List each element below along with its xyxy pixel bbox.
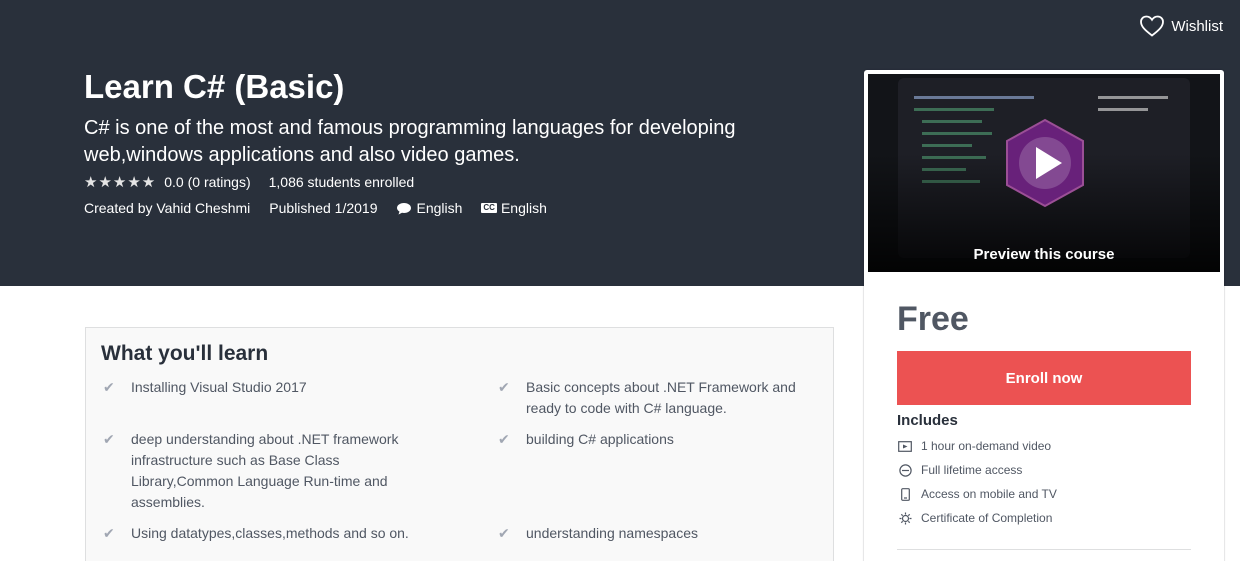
captions-badge: CC bbox=[481, 203, 497, 213]
course-price: Free bbox=[897, 300, 969, 338]
check-icon: ✔ bbox=[498, 379, 510, 395]
video-icon bbox=[897, 439, 913, 453]
course-language: English bbox=[416, 200, 463, 216]
rating-row: ★★★★★ 0.0 (0 ratings) 1,086 students enr… bbox=[84, 173, 414, 191]
instructor-credit[interactable]: Created by Vahid Cheshmi bbox=[84, 200, 250, 216]
learn-item-text: Using datatypes,classes,methods and so o… bbox=[131, 525, 409, 541]
infinity-icon bbox=[897, 463, 913, 477]
wishlist-button[interactable]: Wishlist bbox=[1139, 14, 1223, 38]
learn-item: ✔ Installing Visual Studio 2017 bbox=[101, 377, 421, 398]
learn-item: ✔ Using datatypes,classes,methods and so… bbox=[101, 523, 421, 544]
wishlist-label: Wishlist bbox=[1171, 17, 1223, 35]
speech-bubble-icon bbox=[396, 202, 412, 215]
check-icon: ✔ bbox=[103, 379, 115, 395]
rating-value: 0.0 (0 ratings) bbox=[164, 174, 251, 190]
includes-item-label: Certificate of Completion bbox=[921, 511, 1053, 525]
students-enrolled: 1,086 students enrolled bbox=[268, 174, 415, 190]
captions-language: English bbox=[500, 200, 547, 216]
learn-item-text: deep understanding about .NET framework … bbox=[131, 431, 399, 510]
rating-stars: ★★★★★ bbox=[84, 174, 157, 191]
course-title: Learn C# (Basic) bbox=[84, 68, 345, 105]
includes-item-label: 1 hour on-demand video bbox=[921, 439, 1052, 453]
learn-item: ✔ building C# applications bbox=[496, 429, 806, 450]
what-youll-learn-title: What you'll learn bbox=[101, 342, 269, 365]
learn-item: ✔ understanding namespaces bbox=[496, 523, 806, 544]
check-icon: ✔ bbox=[498, 525, 510, 541]
includes-title: Includes bbox=[897, 412, 958, 429]
preview-course-label[interactable]: Preview this course bbox=[868, 246, 1220, 263]
check-icon: ✔ bbox=[103, 525, 115, 541]
learn-item: ✔ deep understanding about .NET framewor… bbox=[101, 429, 421, 513]
closed-captions-icon: CC bbox=[481, 203, 497, 213]
learn-item-text: Basic concepts about .NET Framework and … bbox=[526, 379, 796, 416]
check-icon: ✔ bbox=[498, 431, 510, 447]
play-icon[interactable] bbox=[1004, 118, 1086, 208]
published-date: Published 1/2019 bbox=[269, 200, 378, 216]
includes-item-label: Full lifetime access bbox=[921, 463, 1023, 477]
learn-item-text: building C# applications bbox=[526, 431, 674, 447]
mobile-icon bbox=[897, 487, 913, 501]
course-subtitle: C# is one of the most and famous program… bbox=[84, 117, 736, 166]
course-preview[interactable]: Preview this course bbox=[868, 74, 1220, 272]
certificate-icon bbox=[897, 511, 913, 525]
includes-item: Full lifetime access bbox=[897, 458, 1057, 482]
learn-item-text: understanding namespaces bbox=[526, 525, 699, 541]
enroll-now-button[interactable]: Enroll now bbox=[897, 351, 1191, 405]
check-icon: ✔ bbox=[103, 431, 115, 447]
includes-item-label: Access on mobile and TV bbox=[921, 487, 1057, 501]
includes-item: Access on mobile and TV bbox=[897, 482, 1057, 506]
what-youll-learn-panel: What you'll learn ✔ Installing Visual St… bbox=[85, 327, 834, 561]
course-meta: Created by Vahid Cheshmi Published 1/201… bbox=[84, 200, 547, 216]
heart-icon bbox=[1140, 15, 1165, 37]
includes-list: 1 hour on-demand video Full lifetime acc… bbox=[897, 434, 1057, 530]
learn-item-text: Installing Visual Studio 2017 bbox=[131, 379, 307, 395]
includes-item: 1 hour on-demand video bbox=[897, 434, 1057, 458]
learn-item: ✔ Basic concepts about .NET Framework an… bbox=[496, 377, 806, 419]
includes-item: Certificate of Completion bbox=[897, 506, 1057, 530]
sidebar-divider bbox=[897, 549, 1191, 550]
